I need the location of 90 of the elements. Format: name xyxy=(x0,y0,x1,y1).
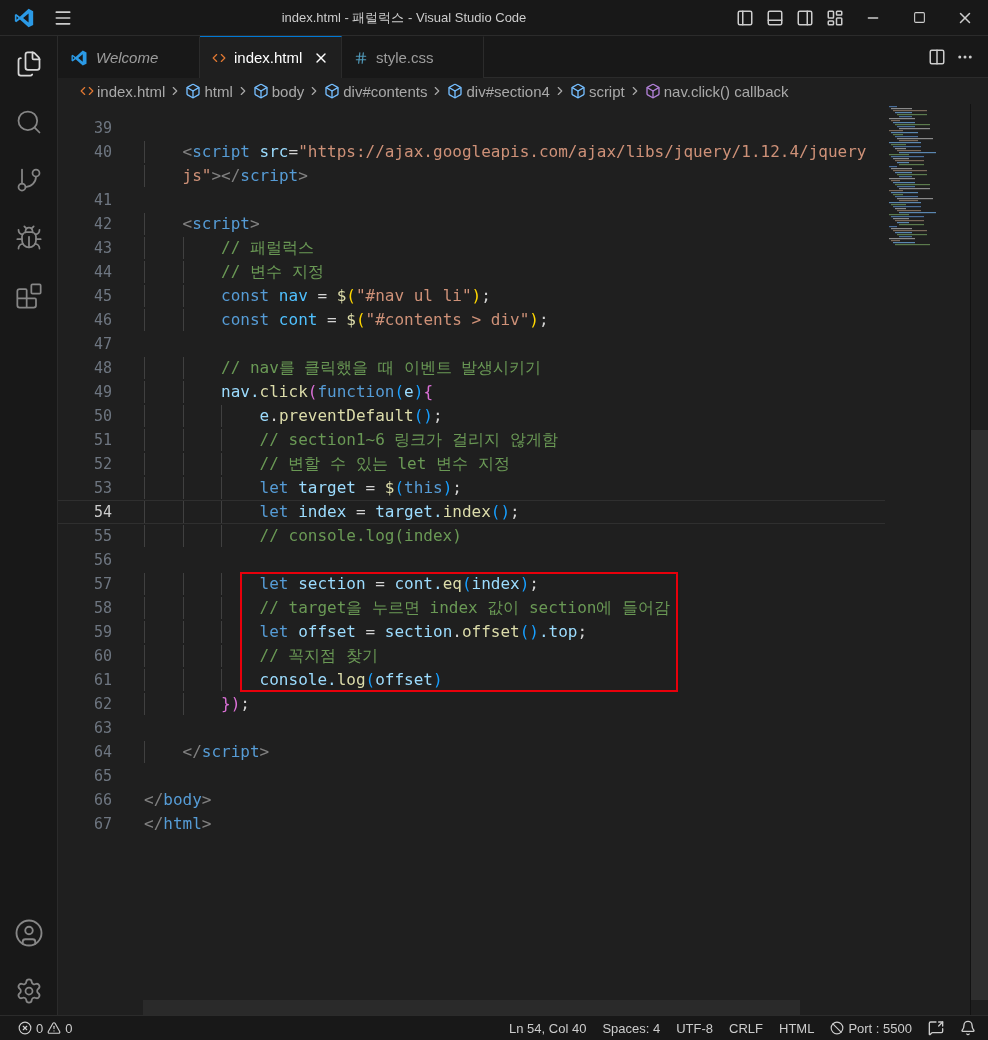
line-number: 64 xyxy=(92,743,113,761)
window-title: index.html - 패럴럭스 - Visual Studio Code xyxy=(280,8,528,27)
code-line: // console.log(index) xyxy=(259,525,462,547)
code-line: </body> xyxy=(144,789,212,811)
code-line: let target = $(this); xyxy=(259,477,462,499)
code-line: }); xyxy=(221,693,250,715)
cube-icon xyxy=(569,83,586,99)
editor-tab[interactable]: Welcome xyxy=(58,36,200,78)
cube-icon xyxy=(644,83,661,99)
line-number: 41 xyxy=(92,191,113,209)
status-item[interactable]: HTML xyxy=(779,1020,815,1036)
line-number: 56 xyxy=(92,551,113,569)
cube-icon xyxy=(324,83,341,99)
code-line: // nav를 클릭했을 때 이벤트 발생시키기 xyxy=(221,357,542,379)
code-line: // 변할 수 있는 let 변수 지정 xyxy=(259,453,510,475)
line-number: 52 xyxy=(92,455,113,473)
code-line: e.preventDefault(); xyxy=(259,405,443,427)
code-line: nav.click(function(e){ xyxy=(221,381,434,403)
code-line: // 패럴럭스 xyxy=(221,237,314,259)
code-line: </script> xyxy=(182,741,270,763)
line-number: 49 xyxy=(92,383,113,401)
editor-tab[interactable]: index.html xyxy=(200,36,342,78)
breadcrumb-item[interactable]: nav.click() callback xyxy=(663,82,789,100)
warning-count: 0 xyxy=(65,1020,73,1036)
code-line: // section1~6 링크가 걸리지 않게함 xyxy=(259,429,558,451)
feedback-icon[interactable] xyxy=(928,1020,944,1036)
code-line: // target을 누르면 index 값이 section에 들어감 xyxy=(259,597,671,619)
code-brackets-icon xyxy=(80,84,94,98)
line-number: 54 xyxy=(92,503,113,521)
breadcrumb-item[interactable]: div#section4 xyxy=(466,82,550,100)
cube-icon xyxy=(447,83,464,99)
line-number: 43 xyxy=(92,239,113,257)
line-number: 39 xyxy=(92,119,113,137)
status-item[interactable]: CRLF xyxy=(729,1020,763,1036)
code-line: const nav = $("#nav ul li"); xyxy=(221,285,491,307)
line-number: 40 xyxy=(92,143,113,161)
hash-icon xyxy=(354,50,368,65)
code-line: let index = target.index(); xyxy=(259,501,520,523)
line-number: 53 xyxy=(92,479,113,497)
breadcrumb-item[interactable]: script xyxy=(588,82,625,100)
line-number: 61 xyxy=(92,671,113,689)
port-label: Port : 5500 xyxy=(848,1020,912,1036)
breadcrumb-item[interactable]: body xyxy=(271,82,305,100)
line-number: 67 xyxy=(92,815,113,833)
editor-tab[interactable]: style.css xyxy=(342,36,484,78)
error-count: 0 xyxy=(36,1020,44,1036)
port-status[interactable]: Port : 5500 xyxy=(830,1020,912,1036)
line-number: 55 xyxy=(92,527,113,545)
line-number: 59 xyxy=(92,623,113,641)
code-line: js"></script> xyxy=(182,165,308,187)
line-number: 58 xyxy=(92,599,113,617)
line-number: 44 xyxy=(92,263,113,281)
code-line: const cont = $("#contents > div"); xyxy=(221,309,549,331)
warning-icon xyxy=(47,1021,62,1035)
line-number: 51 xyxy=(92,431,113,449)
status-item[interactable]: Spaces: 4 xyxy=(602,1020,661,1036)
cube-icon xyxy=(185,83,202,99)
code-line: <script> xyxy=(182,213,260,235)
code-line: let offset = section.offset().top; xyxy=(259,621,588,643)
notifications-icon[interactable] xyxy=(960,1020,976,1036)
no-entry-icon xyxy=(830,1021,845,1035)
line-number: 65 xyxy=(92,767,113,785)
error-icon xyxy=(18,1021,32,1035)
line-number: 42 xyxy=(92,215,113,233)
breadcrumb-item[interactable]: html xyxy=(204,82,233,100)
code-line: // 변수 지정 xyxy=(221,261,324,283)
line-number: 50 xyxy=(92,407,113,425)
breadcrumb-item[interactable]: index.html xyxy=(97,82,166,100)
breadcrumb-item[interactable]: div#contents xyxy=(343,82,428,100)
line-number: 48 xyxy=(92,359,113,377)
line-number: 66 xyxy=(92,791,113,809)
line-number: 47 xyxy=(92,335,113,353)
scrollbar-thumb[interactable] xyxy=(971,430,988,1000)
line-number: 63 xyxy=(92,719,113,737)
code-line: console.log(offset) xyxy=(259,669,443,691)
line-number: 45 xyxy=(92,287,113,305)
code-line: <script src="https://ajax.googleapis.com/ajax/libs/jquery/1.12.4/jquery xyxy=(182,141,867,163)
problems-indicator[interactable]: 0 0 xyxy=(18,1020,73,1036)
line-number: 46 xyxy=(92,311,113,329)
status-item[interactable]: UTF-8 xyxy=(676,1020,714,1036)
split-editor-icon[interactable] xyxy=(928,47,946,66)
status-item[interactable]: Ln 54, Col 40 xyxy=(509,1020,587,1036)
line-number: 60 xyxy=(92,647,113,665)
vscode-logo-icon xyxy=(70,48,88,67)
code-line: // 꼭지점 찾기 xyxy=(259,645,379,667)
code-line: let section = cont.eq(index); xyxy=(259,573,539,595)
code-line: </html> xyxy=(144,813,212,835)
line-number: 62 xyxy=(92,695,113,713)
cube-icon xyxy=(252,83,269,99)
line-number: 57 xyxy=(92,575,113,593)
